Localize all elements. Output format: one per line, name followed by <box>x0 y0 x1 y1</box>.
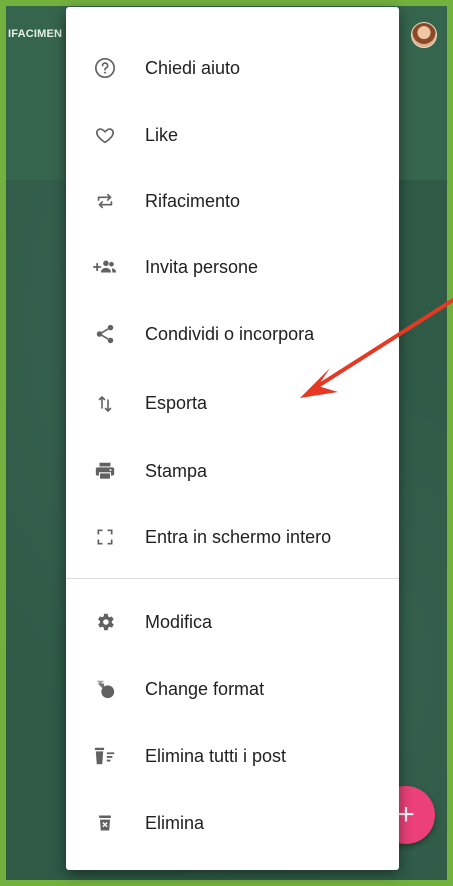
menu-item-label: Elimina <box>145 812 205 833</box>
menu-item-chiedi-aiuto[interactable]: Chiedi aiuto <box>66 42 399 94</box>
menu-item-schermo-intero[interactable]: Entra in schermo intero <box>66 511 399 563</box>
shapes-icon <box>93 677 117 701</box>
menu-item-label: Elimina tutti i post <box>145 745 287 766</box>
menu-divider <box>66 578 399 579</box>
help-circle-icon <box>93 56 117 80</box>
menu-item-label: Condividi o incorpora <box>145 323 315 344</box>
menu-item-label: Stampa <box>145 460 208 481</box>
menu-item-label: Change format <box>145 678 265 699</box>
add-people-icon <box>93 255 117 279</box>
more-actions-menu: Chiedi aiuto Like Rifacimento Invita per… <box>66 7 399 870</box>
gear-icon <box>93 610 117 634</box>
padlet-title[interactable]: IFACIMEN <box>8 28 62 40</box>
menu-item-stampa[interactable]: Stampa <box>66 445 399 497</box>
heart-outline-icon <box>93 123 117 147</box>
menu-item-label: Chiedi aiuto <box>145 57 241 78</box>
remake-icon <box>93 189 117 213</box>
menu-item-label: Esporta <box>145 392 208 413</box>
share-icon <box>93 322 117 346</box>
menu-item-like[interactable]: Like <box>66 109 399 161</box>
menu-item-label: Invita persone <box>145 256 259 277</box>
menu-item-rifacimento[interactable]: Rifacimento <box>66 175 399 227</box>
trash-icon <box>93 811 117 835</box>
menu-item-condividi[interactable]: Condividi o incorpora <box>66 308 399 360</box>
menu-item-elimina-post[interactable]: Elimina tutti i post <box>66 730 399 782</box>
menu-item-label: Rifacimento <box>145 190 241 211</box>
user-avatar[interactable] <box>411 22 437 48</box>
menu-item-label: Like <box>145 124 179 145</box>
fullscreen-icon <box>93 525 117 549</box>
export-icon <box>93 391 117 415</box>
menu-item-change-format[interactable]: Change format <box>66 663 399 715</box>
menu-item-label: Entra in schermo intero <box>145 526 332 547</box>
menu-item-modifica[interactable]: Modifica <box>66 596 399 648</box>
printer-icon <box>93 459 117 483</box>
clear-posts-icon <box>93 744 117 768</box>
menu-item-elimina[interactable]: Elimina <box>66 797 399 849</box>
menu-item-invita-persone[interactable]: Invita persone <box>66 241 399 293</box>
menu-item-esporta[interactable]: Esporta <box>66 377 399 429</box>
menu-item-label: Modifica <box>145 611 213 632</box>
